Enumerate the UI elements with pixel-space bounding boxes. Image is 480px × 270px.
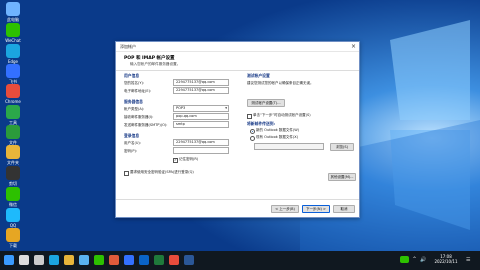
desktop-shortcut-label: 剪切 [9,181,17,186]
new-pst-label: 新的 Outlook 数据文件(W) [256,128,300,132]
account-type-label: 帐户类型(A): [124,107,145,111]
incoming-server-field[interactable]: pop.qq.com [173,113,229,120]
dialog-header: POP 和 IMAP 帐户设置 输入您帐户的邮件服务器设置。 [116,52,359,71]
spa-label: 要求使用安全密码验证(SPA)进行登录(Q) [130,170,194,174]
chevron-down-icon: ▾ [225,106,227,110]
desktop-shortcut-label: 此电脑 [7,17,19,22]
desktop-shortcut[interactable]: Edge [1,44,25,64]
outgoing-server-label: 发送邮件服务器(SMTP)(O): [124,123,168,127]
dialog-titlebar: 添加帐户 × [116,42,359,52]
chrome-icon [6,84,20,98]
tray-chevron-up-icon[interactable]: ⌃ [412,256,417,263]
wechat-icon [6,187,20,201]
desktop-shortcut-label: 文件夹 [7,160,19,165]
next-button[interactable]: 下一步(N) > [302,205,330,213]
store-icon[interactable] [79,255,89,265]
account-type-select[interactable]: POP3 ▾ [173,105,229,112]
password-field[interactable] [173,147,229,154]
remember-password-checkbox[interactable]: ✓ [173,157,178,163]
desktop-shortcut[interactable]: 文件 [1,125,25,145]
desktop-shortcut-label: WeChat [5,38,21,43]
desktop-shortcut-label: 微信 [9,202,17,207]
wechat-icon[interactable] [94,255,104,265]
back-button[interactable]: < 上一步(B) [271,205,299,213]
header-title: POP 和 IMAP 帐户设置 [124,56,175,61]
desktop-shortcut[interactable]: 工具 [1,105,25,125]
add-account-dialog: 添加帐户 × POP 和 IMAP 帐户设置 输入您帐户的邮件服务器设置。 用户… [115,41,360,218]
edge-icon [6,44,20,58]
folder-icon [6,145,20,159]
windows-start-icon[interactable] [4,255,14,265]
server-info-heading: 服务器信息 [124,99,143,104]
excel-icon[interactable] [154,255,164,265]
clock-date: 2022/10/11 [434,259,458,264]
email-field[interactable]: 2294775137@qq.com [173,87,229,94]
tray-wechat-icon[interactable] [400,256,409,263]
desktop-shortcut[interactable]: 剪切 [1,166,25,186]
desktop-shortcut[interactable]: 此电脑 [1,2,25,22]
desktop-shortcut[interactable]: Chrome [1,84,25,104]
header-subtitle: 输入您帐户的邮件服务器设置。 [130,62,181,66]
volume-icon[interactable]: 🔊 [420,257,426,263]
desktop-shortcut[interactable]: 下载 [1,228,25,248]
password-label: 密码(P): [124,149,138,153]
name-field[interactable]: 2294775137@qq.com [173,79,229,86]
username-label: 用户名(U): [124,141,141,145]
existing-pst-radio[interactable] [250,136,255,141]
tray-clock[interactable]: 17:08 2022/10/11 [432,254,460,264]
desktop-shortcut-label: Chrome [5,99,21,104]
word-icon[interactable] [184,255,194,265]
file-icon [6,125,20,139]
user-info-heading: 用户信息 [124,73,140,78]
video-icon[interactable] [109,255,119,265]
name-label: 您的姓名(Y): [124,81,145,85]
desktop-shortcut[interactable]: 飞书 [1,64,25,84]
computer-icon [6,2,20,16]
notification-icon[interactable]: ☰ [466,255,474,265]
tool-icon [6,105,20,119]
auto-test-checkbox[interactable] [247,114,252,119]
check-icon: ✓ [174,157,178,162]
desktop-shortcut[interactable]: 文件夹 [1,145,25,165]
desktop-shortcut[interactable]: 微信 [1,187,25,207]
existing-pst-label: 现有 Outlook 数据文件(X) [256,135,298,139]
spa-checkbox[interactable] [124,171,129,176]
auto-test-label: 单击“下一步”时自动测试帐户设置(S) [253,113,311,117]
browse-button[interactable]: 浏览(S) [330,143,354,151]
qq-icon [6,208,20,222]
outgoing-server-field[interactable]: smtp [173,121,229,128]
test-description: 建议您测试您的帐户以确保条目正确无误。 [247,81,314,85]
new-pst-radio[interactable] [250,129,255,134]
more-settings-button[interactable]: 其他设置(M)... [328,173,356,181]
chrome-icon[interactable] [169,255,179,265]
wechat-icon [6,23,20,37]
deliver-to-heading: 将新邮件传送到: [247,121,276,126]
edge-icon[interactable] [49,255,59,265]
close-button[interactable]: × [351,42,356,51]
logon-info-heading: 登录信息 [124,133,140,138]
feishu-icon [6,64,20,78]
cancel-button[interactable]: 取消 [333,205,355,213]
username-field[interactable]: 2294775137@qq.com [173,139,229,146]
existing-pst-path-field[interactable] [254,143,324,150]
outlook-icon[interactable] [139,255,149,265]
scissors-icon [6,166,20,180]
email-label: 电子邮件地址(E): [124,89,152,93]
taskbar: ⌃ 🔊 17:08 2022/10/11 ☰ [0,251,480,270]
account-type-value: POP3 [176,106,186,110]
dialog-footer: < 上一步(B) 下一步(N) > 取消 [116,199,359,217]
task-view-icon[interactable] [34,255,44,265]
test-account-button[interactable]: 测试帐户设置(T)... [247,99,285,107]
feishu-icon[interactable] [124,255,134,265]
incoming-server-label: 接收邮件服务器(I): [124,115,154,119]
search-icon[interactable] [19,255,29,265]
desktop-shortcut[interactable]: QQ [1,208,25,228]
dialog-title: 添加帐户 [120,44,136,49]
remember-password-label: 记住密码(R) [179,157,199,161]
desktop-shortcut[interactable]: WeChat [1,23,25,43]
desktop-shortcut-label: 下载 [9,243,17,248]
folder-icon[interactable] [64,255,74,265]
download-icon [6,228,20,242]
test-settings-heading: 测试帐户设置 [247,73,270,78]
